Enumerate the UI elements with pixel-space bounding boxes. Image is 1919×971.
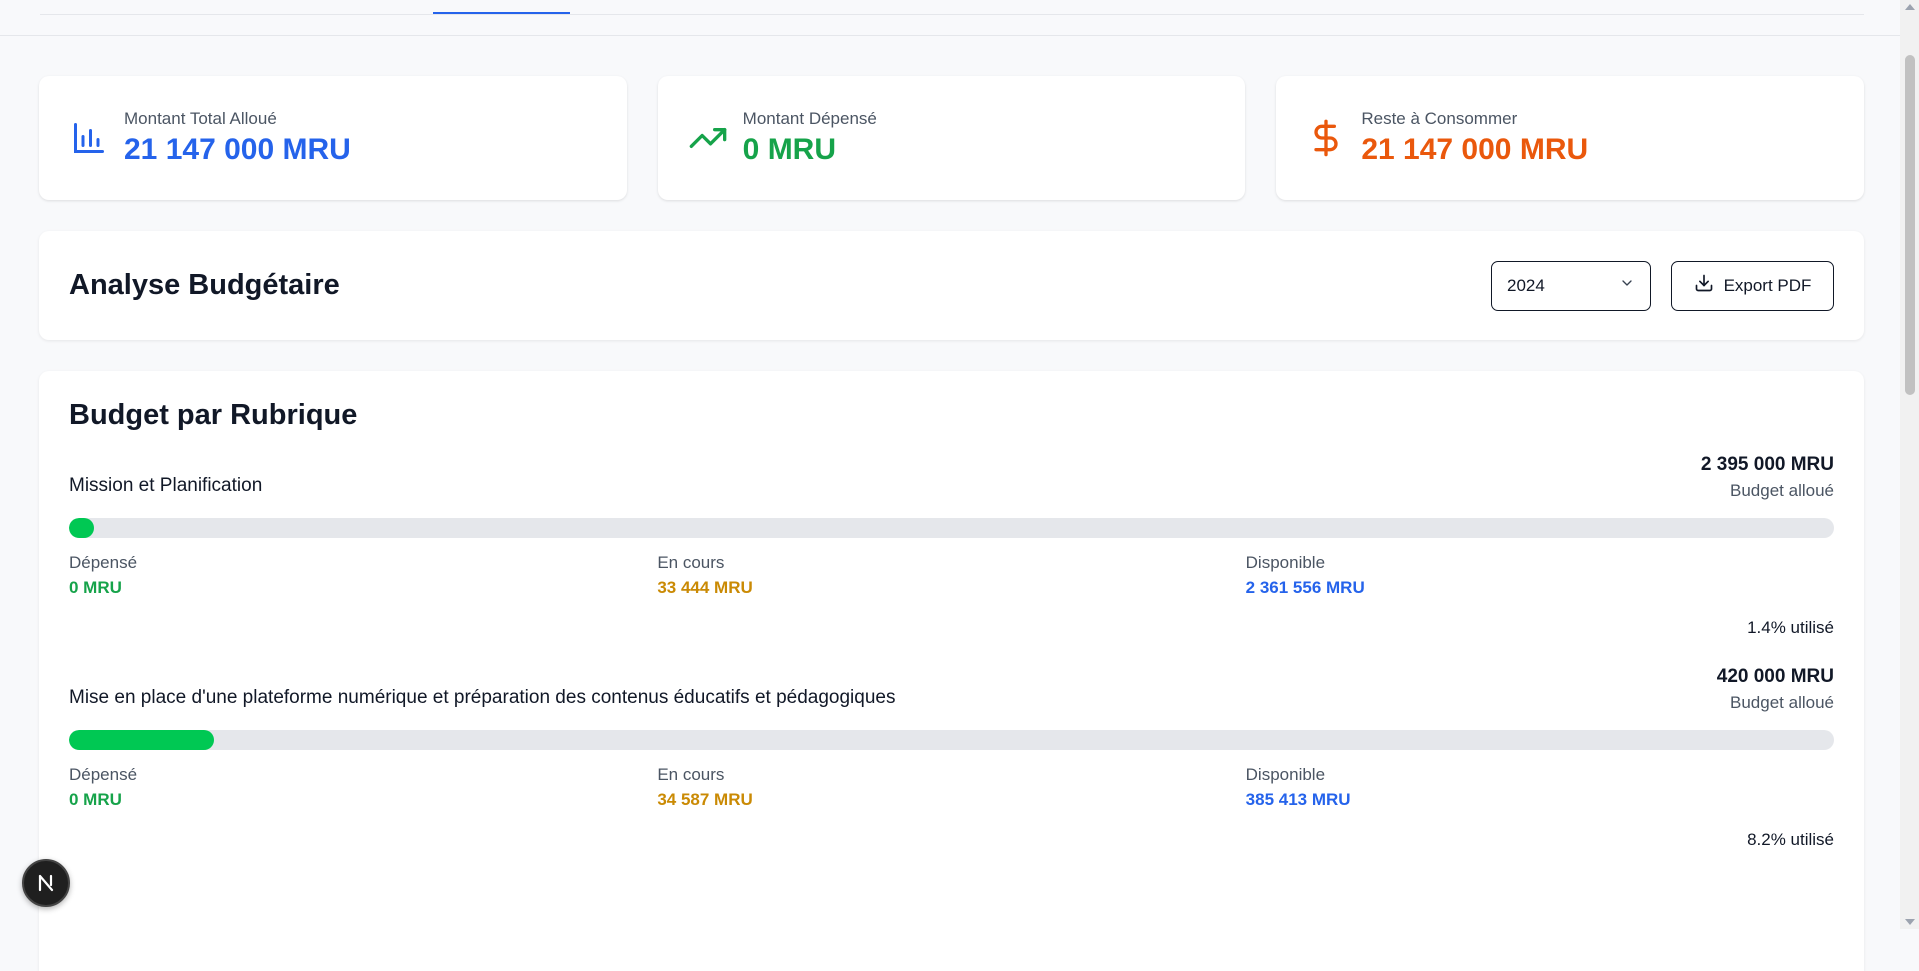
spent-value: 0 MRU	[69, 578, 122, 597]
spent-stat: Dépensé 0 MRU	[69, 765, 657, 810]
available-stat: Disponible 385 413 MRU	[1246, 765, 1834, 810]
available-label: Disponible	[1245, 765, 1326, 784]
bar-chart-icon	[69, 118, 109, 158]
rubric-name: Mission et Planification	[69, 475, 263, 496]
analysis-header: Analyse Budgétaire 2024 Export PDF	[39, 231, 1864, 340]
scroll-thumb[interactable]	[1905, 55, 1915, 395]
spent-label: Dépensé	[69, 553, 138, 572]
scroll-down-arrow-icon[interactable]	[1905, 919, 1915, 925]
progress-bar-fill	[69, 730, 214, 750]
in-progress-label: En cours	[657, 553, 725, 572]
rubric-amount-label: Budget alloué	[1730, 693, 1834, 712]
trending-up-icon	[688, 118, 728, 158]
active-tab-indicator[interactable]	[433, 12, 570, 14]
spent-label: Dépensé	[69, 765, 138, 784]
analysis-controls: 2024 Export PDF	[1491, 260, 1834, 311]
usage-percent: 1.4% utilisé	[1747, 618, 1834, 637]
stat-label: Reste à Consommer	[1361, 109, 1518, 128]
stat-value: 21 147 000 MRU	[124, 133, 351, 166]
stat-value: 0 MRU	[742, 133, 837, 166]
available-label: Disponible	[1245, 553, 1326, 572]
dollar-icon	[1306, 118, 1346, 158]
rubric-item: Mission et Planification 2 395 000 MRU B…	[69, 454, 1834, 638]
progress-bar-fill	[69, 518, 94, 538]
available-value: 2 361 556 MRU	[1245, 578, 1365, 597]
year-select-value: 2024	[1507, 275, 1545, 295]
rubric-amount: 420 000 MRU	[1716, 666, 1834, 687]
stat-label: Montant Total Alloué	[124, 109, 277, 128]
in-progress-value: 33 444 MRU	[657, 578, 753, 597]
rubric-item: Mise en place d'une plateforme numérique…	[69, 666, 1834, 850]
available-value: 385 413 MRU	[1245, 790, 1351, 809]
budget-by-rubric-card: Budget par Rubrique Mission et Planifica…	[39, 371, 1864, 971]
in-progress-label: En cours	[657, 765, 725, 784]
in-progress-stat: En cours 34 587 MRU	[657, 765, 1245, 810]
progress-bar	[69, 518, 1834, 538]
year-select[interactable]: 2024	[1491, 260, 1651, 311]
nextjs-dev-badge[interactable]	[22, 859, 70, 907]
spent-stat: Dépensé 0 MRU	[69, 553, 657, 598]
in-progress-value: 34 587 MRU	[657, 790, 753, 809]
section-title: Budget par Rubrique	[69, 399, 358, 431]
top-navigation	[0, 0, 1900, 36]
stat-card-remaining: Reste à Consommer 21 147 000 MRU	[1276, 76, 1865, 200]
download-icon	[1694, 273, 1714, 298]
chevron-down-icon	[1619, 275, 1635, 296]
available-stat: Disponible 2 361 556 MRU	[1246, 553, 1834, 598]
spent-value: 0 MRU	[69, 790, 122, 809]
stat-value: 21 147 000 MRU	[1361, 133, 1589, 166]
scroll-up-arrow-icon[interactable]	[1905, 4, 1915, 10]
stat-label: Montant Dépensé	[742, 109, 877, 128]
page-title: Analyse Budgétaire	[69, 269, 340, 301]
rubric-amount-label: Budget alloué	[1730, 481, 1834, 500]
n-logo-icon	[38, 874, 54, 892]
usage-percent: 8.2% utilisé	[1747, 830, 1834, 849]
stat-card-total: Montant Total Alloué 21 147 000 MRU	[39, 76, 627, 200]
stats-row: Montant Total Alloué 21 147 000 MRU Mont…	[39, 76, 1865, 200]
in-progress-stat: En cours 33 444 MRU	[657, 553, 1245, 598]
export-pdf-label: Export PDF	[1723, 275, 1812, 295]
progress-bar	[69, 730, 1834, 750]
main-content: Montant Total Alloué 21 147 000 MRU Mont…	[39, 76, 1865, 971]
rubric-name: Mise en place d'une plateforme numérique…	[69, 687, 896, 708]
vertical-scrollbar[interactable]	[1900, 0, 1919, 929]
export-pdf-button[interactable]: Export PDF	[1671, 260, 1834, 311]
rubric-amount: 2 395 000 MRU	[1700, 454, 1834, 475]
nav-divider	[40, 14, 1864, 15]
stat-card-spent: Montant Dépensé 0 MRU	[657, 76, 1246, 200]
